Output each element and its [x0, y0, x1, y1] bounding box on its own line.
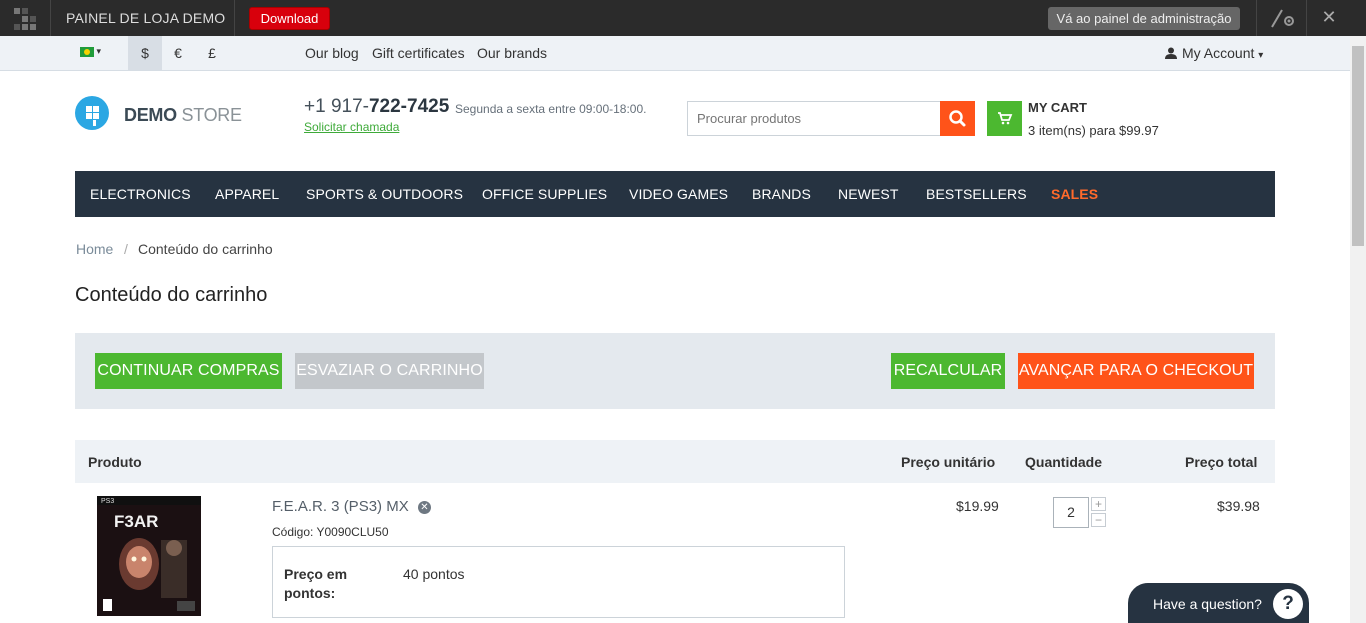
my-cart-title[interactable]: MY CART — [1028, 100, 1087, 115]
chat-label: Have a question? — [1153, 596, 1262, 612]
points-price-label: Preço em pontos: — [284, 566, 348, 601]
currency-gbp[interactable]: £ — [195, 36, 229, 70]
download-button[interactable]: Download — [249, 7, 330, 30]
cart-table-header: Produto Preço unitário Quantidade Preço … — [75, 440, 1275, 483]
quantity-increase-button[interactable]: + — [1091, 497, 1106, 511]
points-price-value: 40 pontos — [403, 566, 465, 582]
checkout-button[interactable]: AVANÇAR PARA O CHECKOUT — [1018, 353, 1254, 389]
header-unit-price: Preço unitário — [901, 454, 996, 470]
svg-text:PS3: PS3 — [101, 498, 114, 505]
request-call-link[interactable]: Solicitar chamada — [304, 120, 399, 134]
header-quantity: Quantidade — [1025, 454, 1103, 470]
clear-cart-button[interactable]: ESVAZIAR O CARRINHO — [295, 353, 484, 389]
cart-summary[interactable]: 3 item(ns) para $99.97 — [1028, 123, 1159, 138]
page-title: Conteúdo do carrinho — [75, 284, 268, 306]
brazil-flag-icon — [80, 46, 94, 57]
remove-item-icon[interactable]: ✕ — [418, 501, 431, 514]
link-our-blog[interactable]: Our blog — [305, 45, 359, 61]
header-product: Produto — [88, 454, 142, 470]
breadcrumb-home[interactable]: Home — [76, 241, 113, 257]
breadcrumb-separator: / — [124, 241, 128, 257]
search-button[interactable] — [940, 101, 975, 136]
quantity-decrease-button[interactable]: − — [1091, 513, 1106, 527]
cart-action-bar: CONTINUAR COMPRAS ESVAZIAR O CARRINHO RE… — [75, 333, 1275, 409]
currency-eur[interactable]: € — [161, 36, 195, 70]
total-price: $39.98 — [1217, 498, 1260, 514]
page-scrollbar[interactable] — [1350, 36, 1366, 623]
nav-bestsellers[interactable]: BESTSELLERS — [926, 186, 1027, 202]
search-icon — [949, 110, 966, 127]
top-bar: ▾ $ € £ Our blog Gift certificates Our b… — [0, 36, 1350, 71]
product-image[interactable]: PS3 F3AR — [97, 496, 201, 616]
nav-electronics[interactable]: ELECTRONICS — [90, 186, 191, 202]
main-navigation: ELECTRONICS APPAREL SPORTS & OUTDOORS OF… — [75, 171, 1275, 217]
close-icon[interactable]: ✕ — [1318, 6, 1340, 28]
product-code: Código: Y0090CLU50 — [272, 525, 389, 539]
unit-price: $19.99 — [956, 498, 999, 514]
store-logo-text[interactable]: DEMO STORE — [124, 105, 242, 126]
divider — [234, 0, 235, 36]
admin-panel-button[interactable]: Vá ao painel de administração — [1048, 7, 1240, 30]
chat-widget[interactable]: Have a question? ? — [1128, 583, 1309, 623]
scrollbar-thumb[interactable] — [1352, 46, 1364, 246]
quantity-input[interactable]: 2 — [1053, 497, 1089, 528]
my-account-label: My Account — [1182, 45, 1255, 61]
search-input[interactable] — [687, 101, 941, 136]
points-price-box: Preço em pontos: 40 pontos — [272, 546, 845, 618]
nav-sales[interactable]: SALES — [1051, 186, 1098, 202]
cart-icon — [998, 112, 1013, 125]
nav-video-games[interactable]: VIDEO GAMES — [629, 186, 728, 202]
my-account-dropdown[interactable]: My Account ▾ — [1165, 45, 1263, 61]
header-total-price: Preço total — [1185, 454, 1258, 470]
divider — [50, 0, 51, 36]
svg-text:F3AR: F3AR — [114, 512, 158, 531]
admin-store-title: PAINEL DE LOJA DEMO — [66, 10, 226, 26]
recalculate-button[interactable]: RECALCULAR — [891, 353, 1005, 389]
link-our-brands[interactable]: Our brands — [477, 45, 547, 61]
breadcrumb-current: Conteúdo do carrinho — [138, 241, 273, 257]
user-icon — [1165, 47, 1177, 59]
currency-usd[interactable]: $ — [128, 36, 162, 70]
product-cover-art: PS3 F3AR — [97, 496, 201, 616]
cart-button[interactable] — [987, 101, 1022, 136]
nav-newest[interactable]: NEWEST — [838, 186, 899, 202]
admin-bar: PAINEL DE LOJA DEMO Download Vá ao paine… — [0, 0, 1366, 36]
phone-number: +1 917-722-7425 — [304, 96, 450, 117]
chevron-down-icon: ▾ — [1258, 50, 1264, 61]
question-icon: ? — [1273, 589, 1303, 619]
nav-brands[interactable]: BRANDS — [752, 186, 811, 202]
divider — [1256, 0, 1257, 36]
admin-grid-icon[interactable] — [14, 8, 36, 30]
language-selector[interactable]: ▾ — [80, 46, 110, 60]
tools-settings-icon[interactable] — [1268, 7, 1298, 29]
divider — [1306, 0, 1307, 36]
nav-sports-outdoors[interactable]: SPORTS & OUTDOORS — [306, 186, 463, 202]
nav-office-supplies[interactable]: OFFICE SUPPLIES — [482, 186, 607, 202]
store-logo-icon[interactable] — [75, 96, 109, 130]
product-name-link[interactable]: F.E.A.R. 3 (PS3) MX — [272, 498, 409, 515]
nav-apparel[interactable]: APPAREL — [215, 186, 279, 202]
link-gift-certificates[interactable]: Gift certificates — [372, 45, 465, 61]
continue-shopping-button[interactable]: CONTINUAR COMPRAS — [95, 353, 282, 389]
business-hours: Segunda a sexta entre 09:00-18:00. — [455, 102, 647, 116]
